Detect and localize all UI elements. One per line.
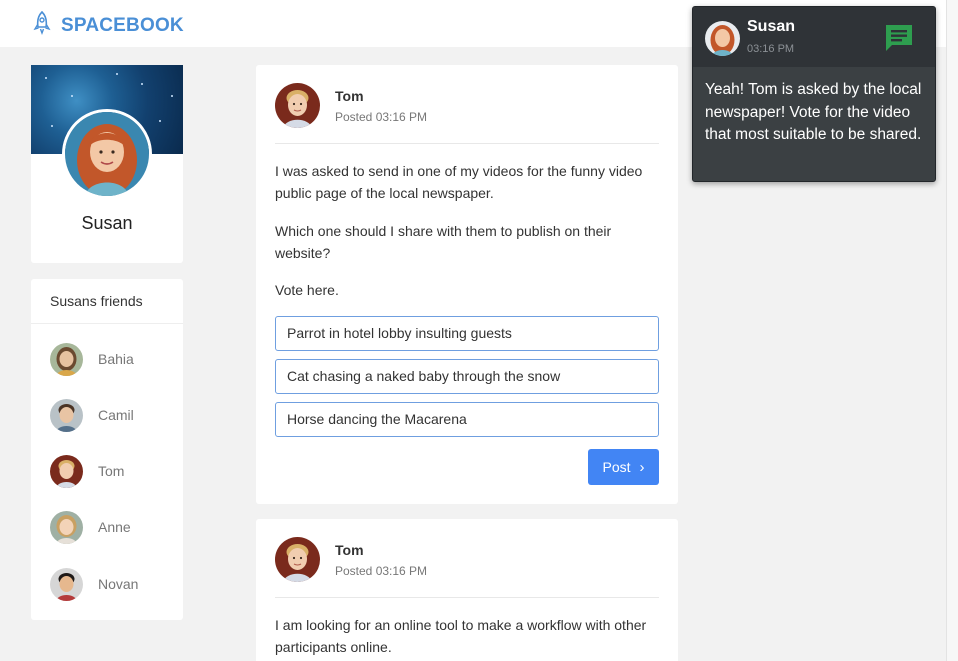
- friend-name: Tom: [98, 463, 125, 479]
- friends-card: Susans friends Bahia Camil Tom Anne Nova…: [31, 279, 183, 620]
- post-text: I am looking for an online tool to make …: [275, 617, 647, 655]
- notification-time: 03:16 PM: [747, 43, 795, 55]
- profile-avatar[interactable]: [62, 109, 152, 199]
- friend-name: Bahia: [98, 351, 134, 367]
- avatar: [50, 398, 83, 432]
- friend-item-tom[interactable]: Tom: [50, 454, 124, 488]
- post-text: Vote here.: [275, 282, 339, 298]
- profile-name: Susan: [81, 213, 133, 233]
- post-text: I was asked to send in one of my videos …: [275, 163, 643, 201]
- vote-option[interactable]: Horse dancing the Macarena: [275, 402, 659, 437]
- brand-name: SPACEBOOK: [61, 14, 184, 36]
- avatar: [50, 454, 83, 488]
- post-card: Tom Posted 03:16 PM I was asked to send …: [256, 65, 678, 504]
- friends-title: Susans friends: [50, 293, 143, 309]
- divider: [275, 597, 659, 598]
- avatar: [50, 510, 83, 544]
- post-text: Which one should I share with them to pu…: [275, 223, 612, 261]
- friend-name: Novan: [98, 576, 139, 592]
- post-card: Tom Posted 03:16 PM I am looking for an …: [256, 519, 678, 661]
- avatar[interactable]: [275, 83, 320, 128]
- friend-item-camil[interactable]: Camil: [50, 398, 134, 432]
- notification-message: Yeah! Tom is asked by the local newspape…: [705, 81, 922, 143]
- brand[interactable]: SPACEBOOK: [32, 10, 184, 40]
- profile-card: Susan: [31, 65, 183, 263]
- post-header: Tom Posted 03:16 PM: [275, 537, 427, 582]
- post-author[interactable]: Tom: [335, 542, 427, 558]
- avatar: [50, 342, 83, 376]
- divider: [31, 323, 183, 324]
- post-button-label: Post: [602, 459, 631, 475]
- post-timestamp: Posted 03:16 PM: [335, 110, 428, 124]
- friend-name: Camil: [98, 407, 134, 423]
- post-author[interactable]: Tom: [335, 88, 427, 104]
- friend-item-novan[interactable]: Novan: [50, 567, 138, 601]
- post-header: Tom Posted 03:16 PM: [275, 83, 427, 128]
- post-timestamp: Posted 03:16 PM: [335, 564, 428, 578]
- vote-option[interactable]: Parrot in hotel lobby insulting guests: [275, 316, 659, 351]
- avatar: [50, 567, 83, 601]
- chat-message-icon: [883, 22, 915, 54]
- post-button[interactable]: Post ›: [588, 449, 659, 485]
- divider: [275, 143, 659, 144]
- notification-header: Susan 03:16 PM: [693, 7, 935, 67]
- notification-sender: Susan: [747, 18, 796, 35]
- friend-item-anne[interactable]: Anne: [50, 510, 131, 544]
- avatar[interactable]: [275, 537, 320, 582]
- friend-name: Anne: [98, 519, 131, 535]
- page-scrollbar[interactable]: [946, 0, 958, 661]
- friend-item-bahia[interactable]: Bahia: [50, 342, 134, 376]
- vote-option[interactable]: Cat chasing a naked baby through the sno…: [275, 359, 659, 394]
- chevron-right-icon: ›: [639, 458, 645, 476]
- rocket-icon: [32, 10, 52, 40]
- avatar: [705, 21, 740, 56]
- notification-toast[interactable]: Susan 03:16 PM Yeah! Tom is asked by the…: [692, 6, 936, 182]
